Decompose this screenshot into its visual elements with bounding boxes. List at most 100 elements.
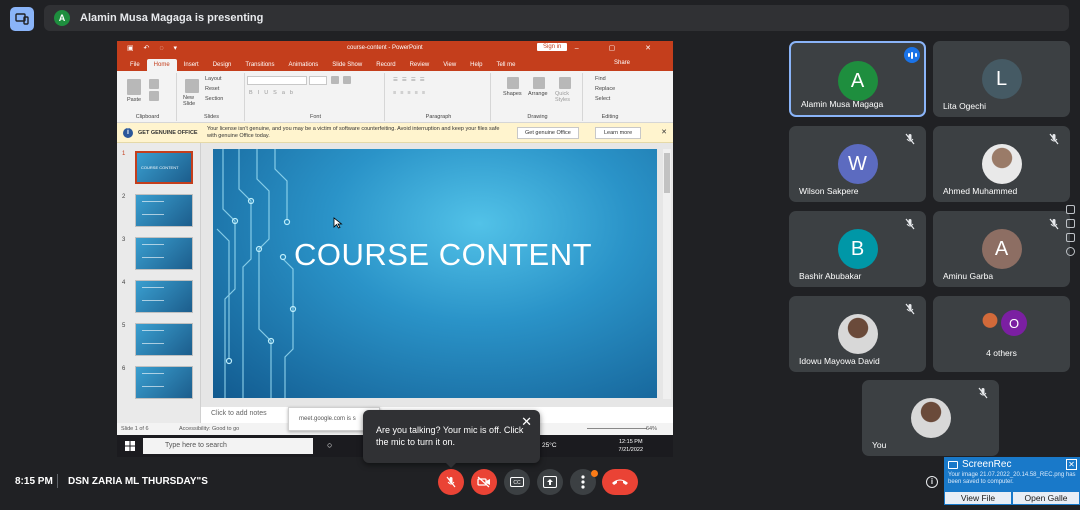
tab-transitions[interactable]: Transitions (238, 62, 281, 71)
cut-icon[interactable] (149, 79, 159, 89)
slide-thumb-3[interactable] (135, 237, 193, 270)
participant-avatar: A (981, 229, 1022, 269)
arrange-icon[interactable] (533, 77, 545, 89)
mic-toggle-button[interactable] (438, 469, 464, 495)
tab-review[interactable]: Review (403, 62, 437, 71)
mic-off-icon (905, 133, 915, 145)
participant-avatar: B (837, 229, 878, 269)
view-file-button[interactable]: View File (944, 491, 1012, 505)
copy-icon[interactable] (149, 91, 159, 101)
shapes-icon[interactable] (507, 77, 519, 89)
layout-button[interactable]: Layout (205, 76, 222, 82)
tab-tell-me[interactable]: Tell me (490, 62, 523, 71)
self-tile[interactable]: You (862, 380, 999, 456)
font-format-icons[interactable]: BIUSab (249, 90, 298, 96)
participant-tile[interactable]: A Aminu Garba (933, 211, 1070, 287)
slide-thumbnails: 1 COURSE CONTENT 2 3 4 5 6 (117, 143, 201, 423)
divider (57, 474, 58, 488)
meeting-details-icon[interactable]: i (926, 476, 938, 488)
participant-name: Wilson Sakpere (799, 186, 859, 196)
present-now-button[interactable] (537, 469, 563, 495)
present-mode-button[interactable] (10, 7, 34, 31)
reset-button[interactable]: Reset (205, 86, 219, 92)
find-button[interactable]: Find (595, 76, 606, 82)
toast-pointer (445, 462, 457, 468)
slide-thumb-2[interactable] (135, 194, 193, 227)
toast-message: Are you talking? Your mic is off. Click … (376, 425, 524, 447)
align-icons[interactable]: ≡≡≡≡≡ (393, 90, 429, 96)
new-slide-icon[interactable] (185, 79, 199, 93)
paste-icon[interactable] (127, 79, 141, 95)
current-slide[interactable]: COURSE CONTENT (213, 149, 657, 398)
slide-number: 5 (122, 323, 126, 329)
zoom-slider[interactable] (587, 428, 647, 429)
slide-scrollbar[interactable] (663, 149, 671, 399)
clock-time: 12:15 PM (618, 439, 643, 445)
participant-avatar: A (837, 61, 878, 101)
others-tile[interactable]: O 4 others (933, 296, 1070, 372)
open-gallery-button[interactable]: Open Galle (1012, 491, 1080, 505)
tab-insert[interactable]: Insert (177, 62, 206, 71)
learn-more-button[interactable]: Learn more (595, 127, 642, 139)
participant-tile[interactable]: B Bashir Abubakar (789, 211, 926, 287)
participant-tile[interactable]: L Lita Ogechi (933, 41, 1070, 117)
tab-home[interactable]: Home (146, 59, 177, 71)
font-shrink-icon[interactable] (343, 76, 351, 84)
replace-button[interactable]: Replace (595, 86, 615, 92)
windows-start-icon[interactable] (125, 441, 135, 451)
others-count: 4 others (986, 348, 1017, 358)
screenrec-message: Your image 21.07.2022_20.14.58_REC.png h… (948, 472, 1076, 485)
participant-name: Bashir Abubakar (799, 271, 862, 281)
quick-styles-icon[interactable] (559, 77, 571, 89)
tab-animations[interactable]: Animations (282, 62, 326, 71)
participant-tile[interactable]: W Wilson Sakpere (789, 126, 926, 202)
participant-tile[interactable]: A Alamin Musa Magaga (789, 41, 926, 117)
tab-file[interactable]: File (123, 62, 147, 71)
taskbar-search[interactable]: Type here to search (143, 438, 313, 454)
captions-button[interactable]: CC (504, 469, 530, 495)
accessibility-status[interactable]: Accessibility: Good to go (179, 426, 239, 432)
participant-tile[interactable]: Idowu Mayowa David (789, 296, 926, 372)
select-button[interactable]: Select (595, 96, 610, 102)
font-name-box[interactable] (247, 76, 307, 85)
font-size-box[interactable] (309, 76, 327, 85)
close-icon[interactable]: ✕ (1066, 459, 1077, 470)
slide-thumb-5[interactable] (135, 323, 193, 356)
notification-dot (591, 470, 598, 477)
slide-thumb-6[interactable] (135, 366, 193, 399)
quick-styles-label: Quick Styles (555, 91, 570, 103)
close-icon[interactable]: ✕ (661, 128, 667, 136)
video-icon[interactable] (1066, 219, 1075, 228)
participant-tile[interactable]: Ahmed Muhammed (933, 126, 1070, 202)
taskbar-clock: 12:15 PM 7/21/2022 (619, 438, 643, 454)
ppt-title-bar: ▣ ↶ ◌ ▾ course-content - PowerPoint Sign… (117, 41, 673, 57)
participant-name: Aminu Garba (943, 271, 994, 281)
tab-design[interactable]: Design (206, 62, 239, 71)
font-grow-icon[interactable] (331, 76, 339, 84)
settings-icon[interactable] (1066, 247, 1075, 256)
slide-thumb-1[interactable]: COURSE CONTENT (135, 151, 193, 184)
list-icons[interactable]: ☰☰☰☰ (393, 77, 429, 83)
tab-record[interactable]: Record (369, 62, 402, 71)
section-button[interactable]: Section (205, 96, 223, 102)
slide-count: Slide 1 of 6 (121, 426, 149, 432)
screenrec-notification: ScreenRec ✕ Your image 21.07.2022_20.14.… (944, 457, 1080, 505)
ribbon-group-editing: Find Replace Select Editing (585, 73, 635, 121)
genuine-message: Your license isn't genuine, and you may … (207, 126, 500, 139)
close-icon[interactable]: ✕ (521, 415, 532, 428)
slide-thumb-4[interactable] (135, 280, 193, 313)
leave-call-button[interactable] (602, 469, 638, 495)
camera-off-icon (477, 476, 490, 488)
info-icon: i (123, 128, 133, 138)
tab-slide-show[interactable]: Slide Show (325, 62, 369, 71)
camera-toggle-button[interactable] (471, 469, 497, 495)
ppt-share-button[interactable]: Share (607, 60, 637, 69)
tab-view[interactable]: View (436, 62, 463, 71)
get-genuine-button[interactable]: Get genuine Office (517, 127, 579, 139)
tab-help[interactable]: Help (463, 62, 489, 71)
participant-name: Alamin Musa Magaga (801, 99, 884, 109)
taskview-icon[interactable]: ○ (327, 440, 332, 450)
participant-photo (981, 144, 1022, 184)
camera-icon[interactable] (1066, 205, 1075, 214)
gallery-icon[interactable] (1066, 233, 1075, 242)
